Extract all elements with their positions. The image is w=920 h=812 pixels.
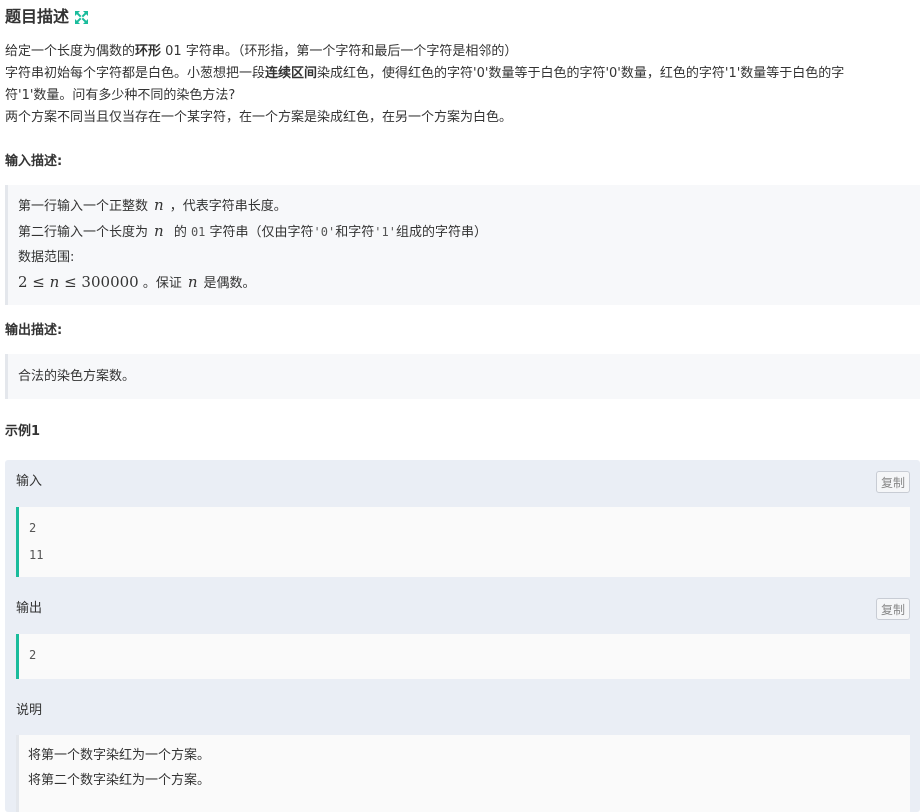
example-output-label: 输出 (16, 601, 43, 616)
example-output-line-1: 2 (29, 648, 37, 662)
description-line-4: 两个方案不同当且仅当存在一个某字符，在一个方案是染成红色，在另一个方案为白色。 (5, 110, 513, 125)
output-description-box: 合法的染色方案数。 (5, 354, 920, 399)
explain-line-1: 将第一个数字染红为一个方案。 (28, 748, 211, 763)
input-line-4: 2 ≤ n ≤ 300000 。保证 n 是偶数。 (18, 273, 256, 291)
example-title: 示例1 (5, 424, 41, 439)
example-output-block: 2 (16, 634, 910, 679)
problem-description: 给定一个长度为偶数的环形 01 字符串。（环形指，第一个字符和最后一个字符是相邻… (5, 41, 910, 129)
output-description-text: 合法的染色方案数。 (18, 369, 136, 384)
example-explain-block: 将第一个数字染红为一个方案。 将第二个数字染红为一个方案。 (16, 735, 910, 812)
example-input-line-2: 11 (29, 548, 44, 562)
input-line-2: 第二行输入一个长度为 n 的 01 字符串（仅由字符'0'和字符'1'组成的字符串… (18, 222, 487, 240)
example-input-label: 输入 (16, 474, 43, 489)
description-line-3: 符'1'数量。问有多少种不同的染色方法? (5, 88, 236, 103)
description-line-1: 给定一个长度为偶数的环形 01 字符串。（环形指，第一个字符和最后一个字符是相邻… (5, 44, 518, 59)
example-input-block: 2 11 (16, 507, 910, 577)
title-row: 题目描述 (5, 6, 89, 28)
input-description-box: 第一行输入一个正整数 n ，代表字符串长度。 第二行输入一个长度为 n 的 01 字符… (5, 185, 920, 305)
expand-arrows-icon[interactable] (74, 10, 89, 25)
copy-input-button[interactable]: 复制 (876, 471, 910, 493)
example-card: 输入 复制 2 11 输出 复制 2 说明 将第一个数字染红为一个方案。 将第二… (5, 460, 920, 812)
input-line-1: 第一行输入一个正整数 n ，代表字符串长度。 (18, 196, 287, 214)
problem-title: 题目描述 (5, 7, 70, 26)
input-line-3: 数据范围: (18, 250, 75, 265)
description-line-2: 字符串初始每个字符都是白色。小葱想把一段连续区间染成红色，使得红色的字符'0'数… (5, 66, 845, 81)
example-explain-label: 说明 (16, 703, 43, 718)
input-description-label: 输入描述: (5, 154, 63, 169)
explain-line-2: 将第二个数字染红为一个方案。 (28, 773, 211, 788)
example-input-line-1: 2 (29, 521, 37, 535)
output-description-label: 输出描述: (5, 323, 63, 338)
copy-output-button[interactable]: 复制 (876, 598, 910, 620)
